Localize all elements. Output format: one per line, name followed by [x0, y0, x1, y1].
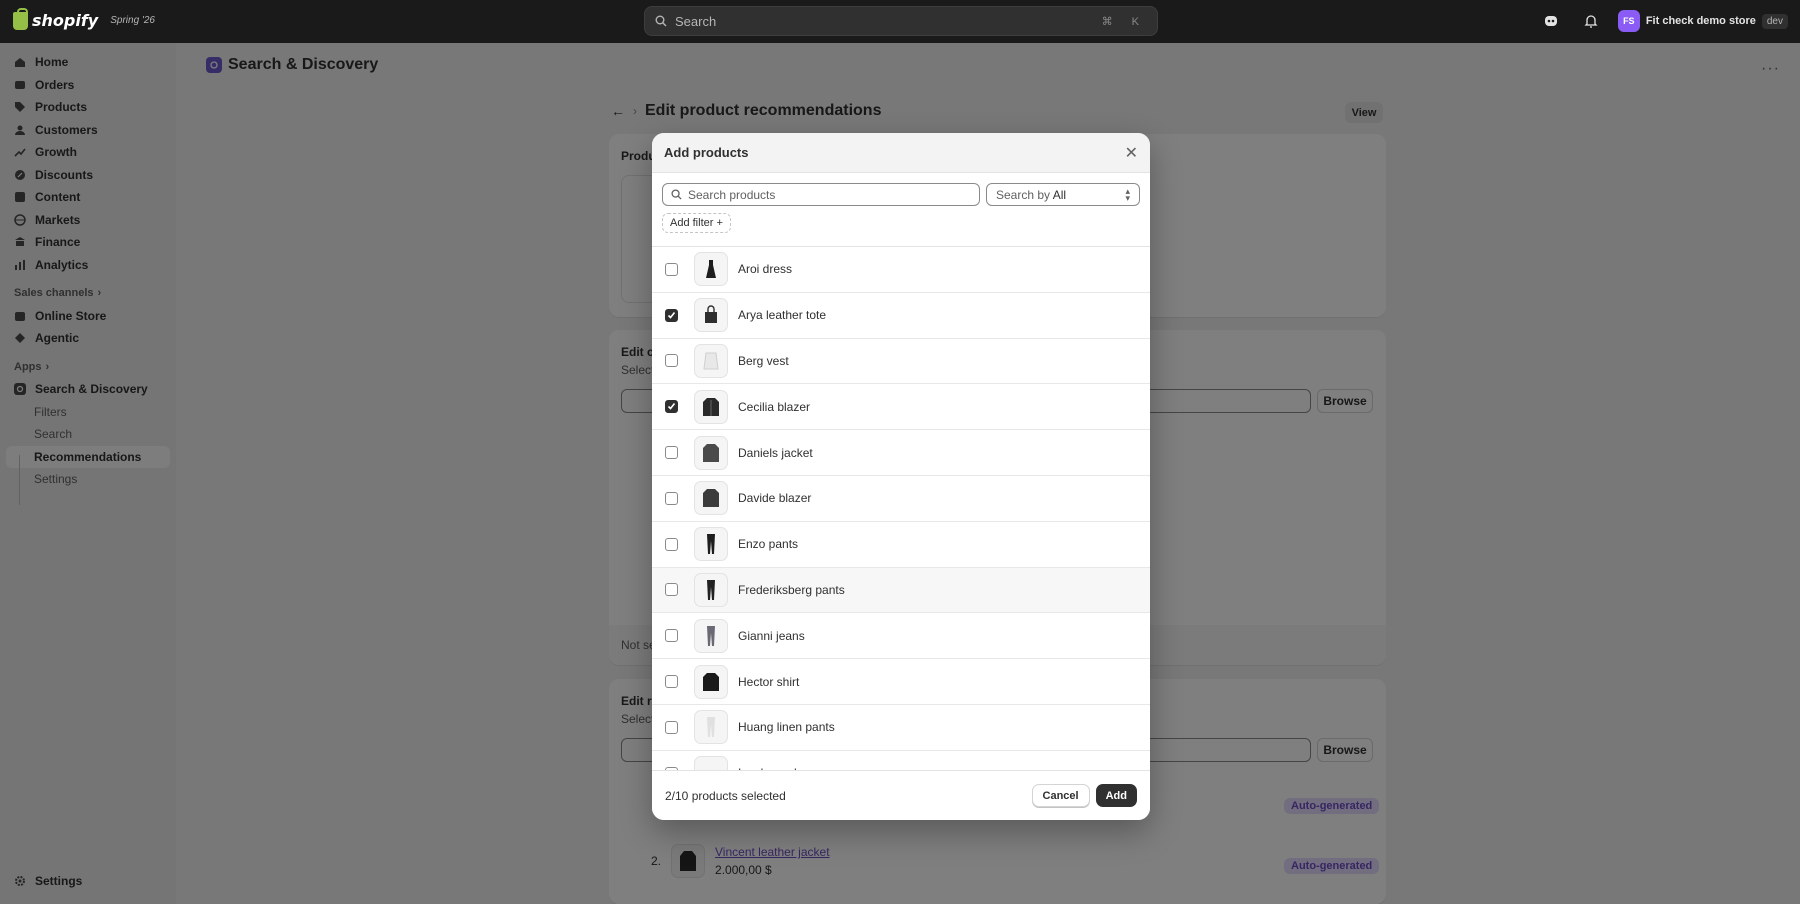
shopify-bag-icon	[13, 7, 28, 30]
list-item[interactable]: Davide blazer	[652, 476, 1150, 522]
list-item[interactable]: Aroi dress	[652, 247, 1150, 293]
add-filter-button[interactable]: Add filter +	[662, 213, 731, 233]
search-placeholder: Search	[675, 13, 717, 29]
list-item[interactable]: Gianni jeans	[652, 613, 1150, 660]
selected-count: 2/10 products selected	[665, 788, 786, 803]
product-checkbox[interactable]	[665, 446, 678, 460]
list-item[interactable]: Cecilia blazer	[652, 384, 1150, 431]
product-thumbnail	[694, 710, 728, 745]
product-checkbox[interactable]	[665, 720, 678, 734]
list-item[interactable]: Arya leather tote	[652, 293, 1150, 339]
modal-header: Add products ✕	[652, 133, 1150, 173]
product-list[interactable]: Aroi dress Arya leather tote Berg vest Ceci…	[652, 246, 1150, 770]
list-item[interactable]: Hector shirt	[652, 659, 1150, 705]
search-icon	[655, 15, 667, 27]
product-checkbox[interactable]	[665, 491, 678, 505]
product-name: Berg vest	[738, 353, 789, 368]
product-name: Davide blazer	[738, 491, 812, 506]
product-thumbnail	[694, 252, 728, 287]
modal-footer: 2/10 products selected Cancel Add	[652, 770, 1150, 820]
list-item[interactable]: Isenberg shoes	[652, 751, 1150, 770]
product-name: Hector shirt	[738, 674, 800, 689]
top-bar: shopify Spring '26 Search ⌘ K FS Fit che…	[0, 0, 1800, 43]
env-badge: dev	[1761, 13, 1788, 29]
product-thumbnail	[694, 756, 728, 770]
product-checkbox[interactable]	[665, 262, 678, 276]
search-icon	[671, 189, 682, 200]
product-checkbox[interactable]	[665, 400, 678, 414]
product-name: Aroi dress	[738, 262, 793, 277]
search-by-select[interactable]: Search by All ▴ ▾	[986, 183, 1140, 206]
product-checkbox[interactable]	[665, 354, 678, 368]
product-thumbnail	[694, 572, 728, 607]
product-search-input[interactable]: Search products	[662, 183, 980, 206]
product-name: Daniels jacket	[738, 445, 813, 460]
global-search[interactable]: Search ⌘ K	[644, 6, 1158, 36]
product-name: Enzo pants	[738, 537, 799, 552]
close-icon[interactable]: ✕	[1125, 143, 1138, 163]
brand-name: shopify	[32, 11, 99, 30]
shortcut-hint: ⌘ K	[1101, 15, 1147, 28]
product-checkbox[interactable]	[665, 308, 678, 322]
modal-title: Add products	[664, 145, 749, 160]
release-tag: Spring '26	[110, 15, 155, 26]
product-thumbnail	[694, 389, 728, 424]
product-checkbox[interactable]	[665, 537, 678, 551]
list-item[interactable]: Huang linen pants	[652, 705, 1150, 751]
search-placeholder: Search products	[688, 187, 776, 202]
product-thumbnail	[694, 298, 728, 333]
product-thumbnail	[694, 435, 728, 470]
product-thumbnail	[694, 481, 728, 516]
search-by-label: Search by	[996, 187, 1051, 202]
list-item[interactable]: Frederiksberg pants	[652, 567, 1150, 614]
store-name: Fit check demo store	[1645, 15, 1756, 27]
list-item[interactable]: Enzo pants	[652, 522, 1150, 568]
search-by-value: All	[1052, 187, 1067, 202]
product-name: Frederiksberg pants	[738, 582, 845, 597]
product-checkbox[interactable]	[665, 629, 678, 643]
product-thumbnail	[694, 527, 728, 562]
product-thumbnail	[694, 343, 728, 378]
product-thumbnail	[694, 664, 728, 699]
list-item[interactable]: Daniels jacket	[652, 430, 1150, 476]
avatar: FS	[1617, 10, 1640, 32]
store-menu[interactable]: FS Fit check demo store	[1617, 10, 1756, 32]
list-item[interactable]: Berg vest	[652, 339, 1150, 385]
product-name: Cecilia blazer	[738, 399, 811, 414]
add-products-modal: Add products ✕ Search products Search by…	[652, 133, 1150, 820]
add-button[interactable]: Add	[1095, 784, 1137, 807]
select-arrows-icon: ▴ ▾	[1125, 185, 1130, 203]
product-checkbox[interactable]	[665, 675, 678, 689]
sidekick-icon[interactable]	[1538, 8, 1564, 34]
product-name: Arya leather tote	[738, 308, 827, 323]
product-checkbox[interactable]	[665, 583, 678, 597]
shopify-logo[interactable]: shopify Spring '26	[13, 7, 155, 30]
product-name: Huang linen pants	[738, 720, 835, 735]
product-thumbnail	[694, 618, 728, 653]
bell-icon[interactable]	[1578, 8, 1604, 34]
cancel-button[interactable]: Cancel	[1031, 784, 1090, 807]
product-name: Gianni jeans	[738, 628, 805, 643]
